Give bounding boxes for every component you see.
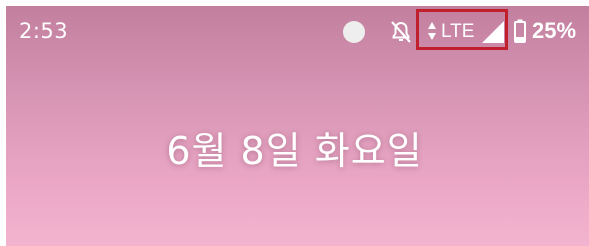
lockscreen-date: 6월 8일 화요일	[166, 129, 423, 173]
lock-screen: 2:53 LTE 25% 6월 8일 화요일	[0, 0, 589, 246]
network-indicator-highlight: LTE	[416, 9, 508, 50]
status-bar[interactable]: 2:53 LTE 25%	[6, 6, 589, 58]
data-arrows-icon	[428, 22, 436, 40]
battery-percent: 25%	[532, 18, 577, 43]
battery-icon	[514, 19, 526, 43]
status-time: 2:53	[19, 19, 69, 43]
network-type-label: LTE	[441, 21, 475, 42]
cell-signal-icon	[482, 21, 504, 43]
dot-icon	[343, 21, 365, 43]
notifications-off-icon	[391, 21, 411, 43]
